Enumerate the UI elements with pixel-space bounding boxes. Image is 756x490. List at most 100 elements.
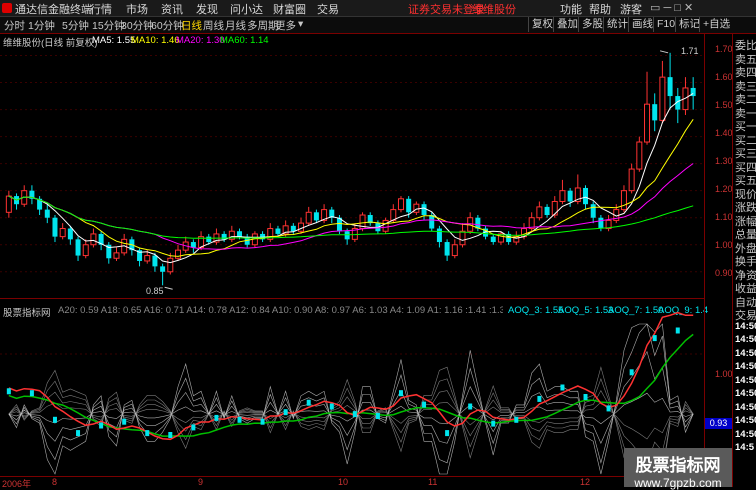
candle-body — [190, 242, 196, 248]
axis-tick-label: 1.60 — [715, 72, 733, 82]
menu-ask[interactable]: 问小达 — [230, 1, 263, 17]
indicator-green-line — [8, 333, 694, 437]
candle-body — [298, 222, 305, 232]
indicator-marker — [398, 390, 403, 397]
indicator-marker — [583, 394, 588, 400]
candle-body — [144, 255, 151, 262]
candle-body — [667, 77, 673, 97]
candle-body — [636, 141, 643, 170]
indicator-marker — [468, 403, 473, 410]
indicator-marker — [491, 420, 496, 427]
tab-multi-period[interactable]: 多周期 — [247, 18, 279, 33]
tab-60min[interactable]: 60分钟 — [151, 18, 184, 33]
candlestick-chart[interactable] — [0, 34, 704, 296]
candle-body — [75, 239, 81, 256]
quote-panel-item: 14:50 — [735, 401, 756, 413]
menu-news[interactable]: 资讯 — [161, 1, 183, 17]
indicator-marker — [283, 409, 288, 416]
statistics-button[interactable]: 统计 — [603, 17, 631, 32]
candle-body — [436, 228, 442, 243]
axis-tick-label: 1.70 — [715, 44, 733, 54]
indicator-marker — [352, 411, 357, 418]
adjust-button[interactable]: 复权 — [528, 17, 556, 32]
candle-body — [413, 203, 420, 213]
menu-help[interactable]: 帮助 — [589, 1, 611, 17]
candle-body — [82, 244, 89, 257]
candle-body — [559, 190, 566, 202]
quote-panel: 委比 卖五 卖四 卖三 卖二 卖一 买一 买二 买三 买四 买五 现价 涨跌 涨幅 总量 外盘 换手 净资 收益 自动… — [732, 34, 756, 487]
axis-tick-label: 1.50 — [715, 100, 733, 110]
low-price-arrow — [164, 286, 173, 290]
draw-line-button[interactable]: 画线 — [628, 17, 656, 32]
indicator-divider — [0, 298, 704, 299]
indicator-marker — [145, 430, 150, 437]
menu-discover[interactable]: 发现 — [196, 1, 218, 17]
tab-monthly[interactable]: 月线 — [225, 18, 246, 33]
quote-panel-item: 14:50 — [735, 415, 756, 426]
indicator-marker — [537, 395, 542, 402]
menu-quotes[interactable]: 行情 — [90, 1, 112, 17]
candle-body — [598, 217, 604, 229]
candle-body — [382, 219, 389, 232]
menu-guest[interactable]: 游客 — [620, 1, 642, 17]
time-label-month: 11 — [428, 477, 438, 487]
tab-1min[interactable]: 1分钟 — [28, 18, 55, 33]
axis-tick-label: 1.20 — [715, 184, 733, 194]
tab-30min[interactable]: 30分钟 — [121, 18, 154, 33]
overlay-button[interactable]: 叠加 — [553, 17, 581, 32]
watermark-logo: 股票指标网 www.7gpzb.com — [624, 448, 732, 490]
add-watchlist-button[interactable]: +自选 — [699, 17, 733, 32]
indicator-marker — [560, 384, 565, 391]
price-axis: 1.70 1.60 1.50 1.40 1.30 1.20 1.10 1.00 … — [704, 34, 733, 487]
tab-more[interactable]: 更多 — [275, 18, 296, 33]
indicator-value-marker: 0.93 — [705, 418, 732, 429]
time-label-month: 9 — [198, 477, 204, 487]
candle-body — [59, 228, 66, 238]
candle-body — [567, 190, 573, 202]
candle-body — [5, 195, 12, 213]
indicator-marker — [237, 416, 242, 423]
menu-bar: 通达信金融终端 行情 市场 资讯 发现 问小达 财富圈 交易 证券交易未登录 维… — [0, 0, 756, 17]
candle-body — [590, 204, 596, 218]
menu-market[interactable]: 市场 — [126, 1, 148, 17]
quote-panel-item: 14:50 — [735, 347, 756, 359]
indicator-marker — [329, 403, 334, 410]
ma60-line — [8, 195, 694, 239]
quote-panel-item: 14:50 — [735, 428, 756, 440]
indicator-marker — [29, 390, 34, 397]
indicator-marker — [260, 418, 265, 425]
time-label-month: 10 — [338, 477, 349, 487]
time-label-year: 2006年 — [2, 479, 32, 489]
high-price-label: 1.71 — [681, 46, 699, 56]
tab-weekly[interactable]: 周线 — [203, 18, 224, 33]
candle-body — [490, 236, 496, 243]
tab-5min[interactable]: 5分钟 — [62, 18, 89, 33]
indicator-chart[interactable] — [0, 304, 704, 476]
window-controls[interactable]: ▭ ─ □ ✕ — [650, 1, 693, 14]
indicator-marker — [6, 388, 11, 395]
watermark-title: 股票指标网 — [635, 456, 721, 475]
candle-body — [659, 76, 666, 121]
quote-panel-item: 14:50 — [735, 388, 756, 399]
candle-body — [44, 209, 50, 218]
candle-body — [652, 104, 658, 121]
tab-15min[interactable]: 15分钟 — [92, 18, 125, 33]
candle-body — [52, 217, 58, 237]
chevron-down-icon[interactable]: ▾ — [298, 18, 303, 30]
menu-function[interactable]: 功能 — [560, 1, 582, 17]
menu-trade[interactable]: 交易 — [317, 1, 339, 17]
ma10-line — [8, 119, 694, 257]
menu-wealth[interactable]: 财富圈 — [273, 1, 306, 17]
ma20-line — [8, 163, 694, 250]
ind-axis-tick-label: 1.00 — [715, 369, 733, 379]
tab-daily[interactable]: 日线 — [181, 18, 202, 33]
multi-stock-button[interactable]: 多股 — [578, 17, 606, 32]
indicator-marker — [606, 405, 611, 412]
axis-tick-label: 1.00 — [715, 240, 733, 250]
tab-intraday[interactable]: 分时 — [4, 18, 25, 33]
candle-body — [536, 206, 543, 219]
time-axis: 2006年 8 9 10 11 12 — [0, 476, 704, 489]
indicator-marker — [122, 418, 127, 425]
indicator-marker — [629, 369, 634, 376]
indicator-wave-line — [8, 401, 694, 440]
